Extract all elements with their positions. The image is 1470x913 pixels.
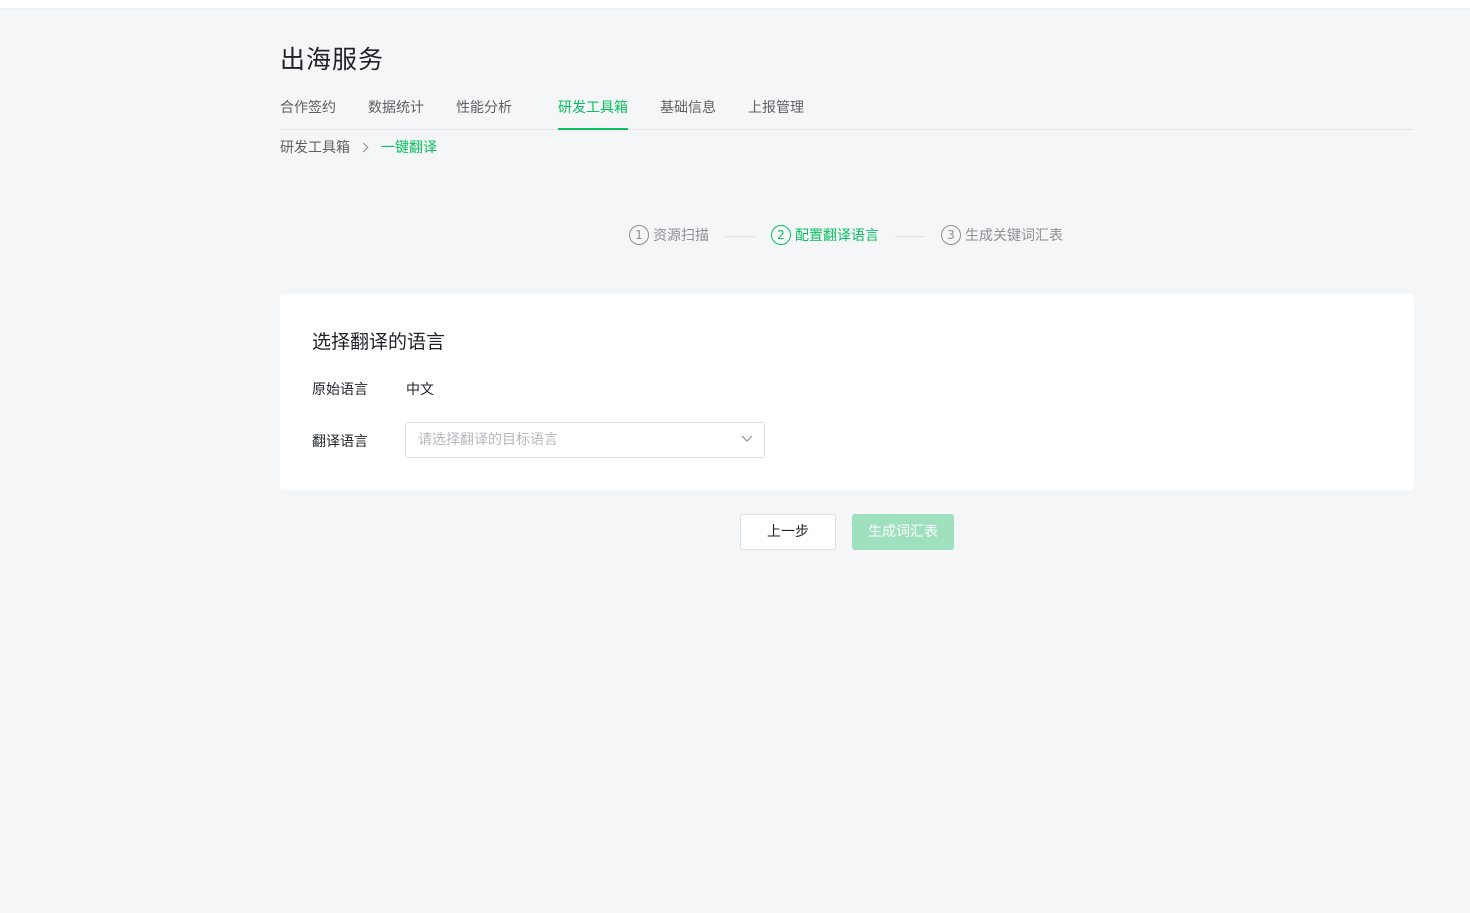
- page-title: 出海服务: [280, 45, 385, 74]
- tab-bar: 合作签约 数据统计 性能分析 研发工具箱 基础信息 上报管理: [280, 90, 1413, 130]
- select-placeholder: 请选择翻译的目标语言: [418, 432, 558, 448]
- step-connector: [725, 236, 755, 237]
- step-label: 配置翻译语言: [795, 228, 879, 244]
- step-number: 3: [941, 225, 961, 245]
- tab-dev-toolbox[interactable]: 研发工具箱: [558, 90, 628, 130]
- step-connector: [895, 236, 925, 237]
- tab-data-stats[interactable]: 数据统计: [368, 90, 424, 129]
- step-resource-scan: 1 资源扫描: [629, 225, 709, 247]
- tab-report-management[interactable]: 上报管理: [748, 90, 804, 129]
- source-language-label: 原始语言: [312, 382, 368, 398]
- step-label: 生成关键词汇表: [965, 228, 1063, 244]
- tab-basic-info[interactable]: 基础信息: [660, 90, 716, 129]
- step-configure-language: 2 配置翻译语言: [771, 225, 879, 247]
- generate-glossary-button[interactable]: 生成词汇表: [852, 514, 954, 550]
- step-label: 资源扫描: [653, 228, 709, 244]
- breadcrumb-parent[interactable]: 研发工具箱: [280, 140, 350, 156]
- source-language-value: 中文: [406, 382, 434, 398]
- card-title: 选择翻译的语言: [312, 331, 446, 353]
- tab-cooperation[interactable]: 合作签约: [280, 90, 336, 129]
- tab-performance[interactable]: 性能分析: [456, 90, 512, 129]
- language-config-card: 选择翻译的语言 原始语言 中文 翻译语言 请选择翻译的目标语言: [280, 294, 1414, 490]
- chevron-right-icon: [358, 142, 369, 153]
- step-number: 1: [629, 225, 649, 245]
- breadcrumb: 研发工具箱 一键翻译: [280, 138, 437, 158]
- breadcrumb-current: 一键翻译: [381, 140, 437, 156]
- previous-step-button[interactable]: 上一步: [740, 514, 836, 550]
- target-language-label: 翻译语言: [312, 434, 368, 450]
- chevron-down-icon: [741, 435, 753, 442]
- target-language-select[interactable]: 请选择翻译的目标语言: [405, 422, 765, 458]
- step-generate-glossary: 3 生成关键词汇表: [941, 225, 1063, 247]
- top-bar: [0, 0, 1470, 9]
- step-number: 2: [771, 225, 791, 245]
